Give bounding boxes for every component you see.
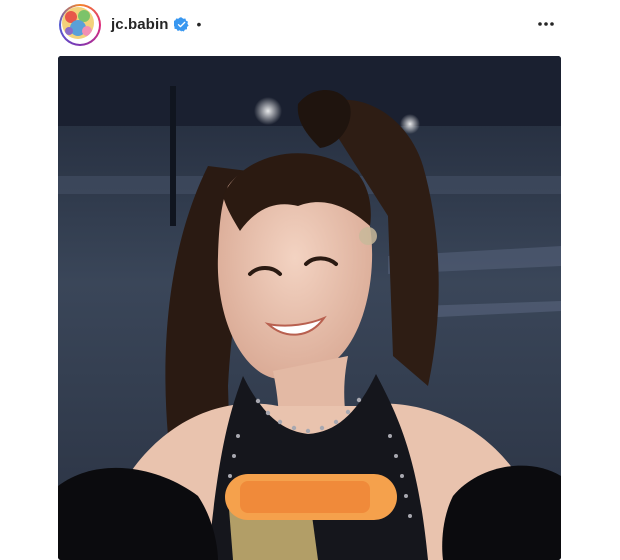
username-row: jc.babin • [111, 14, 201, 34]
instagram-post: jc.babin • [0, 0, 620, 560]
profile-avatar[interactable] [59, 4, 101, 46]
username-link[interactable]: jc.babin [111, 16, 168, 33]
verified-badge-icon [173, 16, 190, 32]
avatar-image [62, 7, 94, 39]
more-options-icon[interactable] [534, 12, 558, 36]
redaction-overlay-core [240, 481, 370, 513]
separator-dot: • [196, 16, 202, 32]
post-header: jc.babin • [0, 0, 620, 50]
